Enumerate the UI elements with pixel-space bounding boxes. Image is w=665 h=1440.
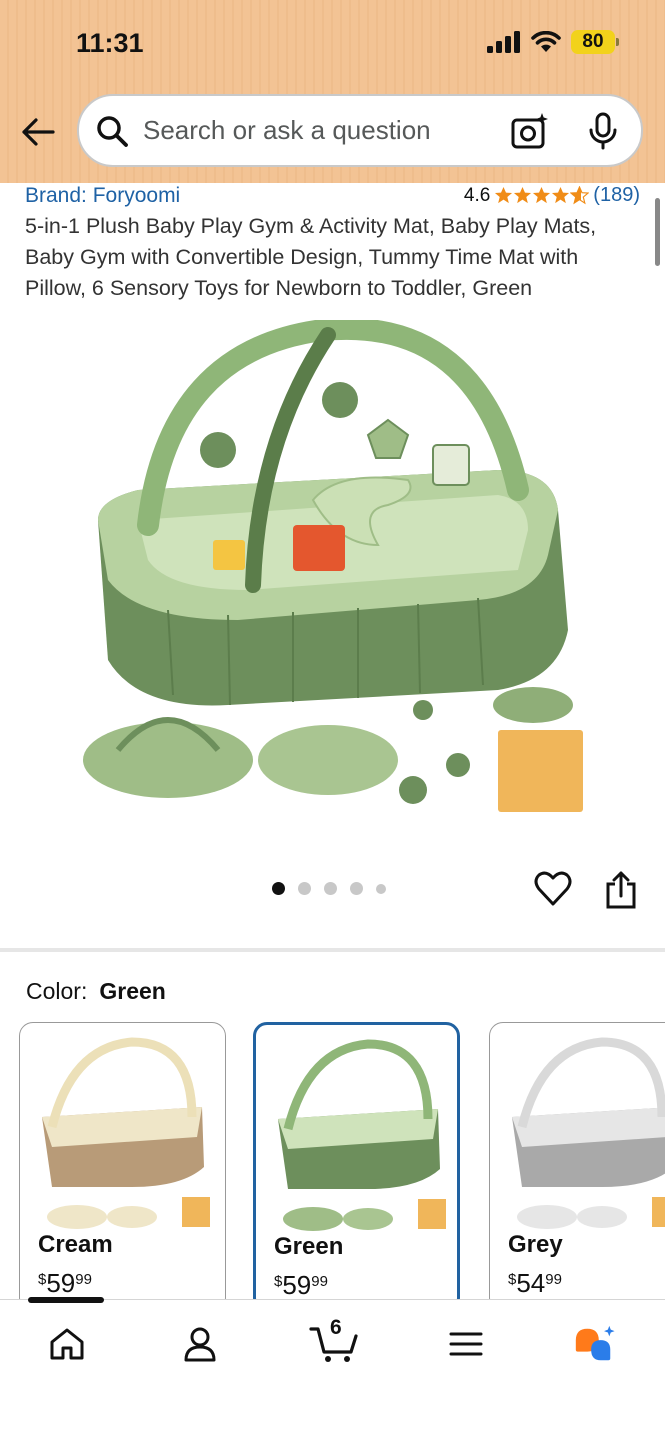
bottom-nav: 6 [0, 1297, 665, 1440]
back-button[interactable] [18, 112, 58, 152]
share-icon[interactable] [604, 870, 638, 910]
search-icon [97, 115, 128, 147]
nav-rufus[interactable] [572, 1322, 616, 1366]
color-option-grey[interactable]: Grey $ 54 99 [489, 1022, 665, 1312]
swatch-price: $ 59 99 [274, 1270, 328, 1301]
carousel-dot[interactable] [298, 882, 311, 895]
star-rating-icon [494, 186, 590, 205]
account-icon [184, 1327, 216, 1362]
wishlist-heart-icon[interactable] [534, 870, 572, 908]
swatch-name: Grey [508, 1231, 563, 1258]
microphone-icon[interactable] [587, 112, 619, 150]
carousel-dot[interactable] [376, 883, 386, 894]
menu-icon [449, 1332, 483, 1356]
swatch-image [512, 1037, 665, 1229]
rating-value: 4.6 [463, 184, 491, 206]
price-fraction: 99 [75, 1271, 92, 1288]
price-whole: 59 [282, 1270, 312, 1300]
camera-search-icon[interactable] [511, 112, 549, 150]
carousel-dot[interactable] [272, 882, 285, 895]
status-icons: 80 [487, 30, 619, 54]
battery-indicator: 80 [571, 30, 619, 54]
product-title: 5-in-1 Plush Baby Play Gym & Activity Ma… [25, 214, 597, 300]
swatch-image [278, 1039, 446, 1231]
price-currency: $ [508, 1271, 517, 1288]
swatch-name: Cream [38, 1231, 113, 1258]
swatch-price: $ 54 99 [508, 1268, 562, 1299]
signal-icon [487, 31, 520, 53]
price-whole: 59 [46, 1268, 76, 1298]
status-time: 11:31 [76, 28, 144, 58]
search-bar[interactable] [77, 94, 643, 167]
swatch-name: Green [274, 1233, 344, 1260]
carousel-dots[interactable] [272, 882, 386, 895]
price-currency: $ [38, 1271, 47, 1288]
product-image[interactable] [78, 320, 588, 820]
search-input[interactable] [143, 110, 483, 151]
nav-menu[interactable] [444, 1322, 488, 1366]
review-count[interactable]: (189) [593, 184, 640, 207]
selected-color: Green [99, 978, 166, 1004]
color-option-green[interactable]: Green $ 59 99 [253, 1022, 460, 1312]
rufus-icon [575, 1325, 615, 1361]
nav-home[interactable] [45, 1322, 89, 1366]
wifi-icon [531, 31, 561, 52]
rating-summary[interactable]: 4.6 (189) [464, 184, 640, 207]
section-divider [0, 948, 665, 952]
color-label-text: Color: [26, 978, 88, 1004]
swatch-image [42, 1037, 210, 1229]
battery-tip [616, 38, 619, 46]
back-arrow-icon [22, 118, 55, 146]
brand-link[interactable]: Brand: Foryoomi [25, 184, 180, 208]
color-label: Color: Green [26, 978, 166, 1005]
swatch-price: $ 59 99 [38, 1268, 92, 1299]
price-whole: 54 [516, 1268, 546, 1298]
carousel-dot[interactable] [324, 882, 337, 895]
price-fraction: 99 [545, 1271, 562, 1288]
nav-account[interactable] [178, 1322, 222, 1366]
color-option-cream[interactable]: Cream $ 59 99 [19, 1022, 226, 1312]
carousel-dot[interactable] [350, 882, 363, 895]
app-header: 11:31 80 [0, 0, 665, 183]
cart-count: 6 [330, 1316, 342, 1339]
nav-active-indicator [28, 1297, 104, 1303]
nav-cart[interactable]: 6 [308, 1316, 360, 1366]
price-currency: $ [274, 1273, 283, 1290]
home-icon [50, 1328, 84, 1360]
battery-level: 80 [571, 30, 615, 54]
scrollbar[interactable] [655, 198, 660, 266]
price-fraction: 99 [311, 1273, 328, 1290]
